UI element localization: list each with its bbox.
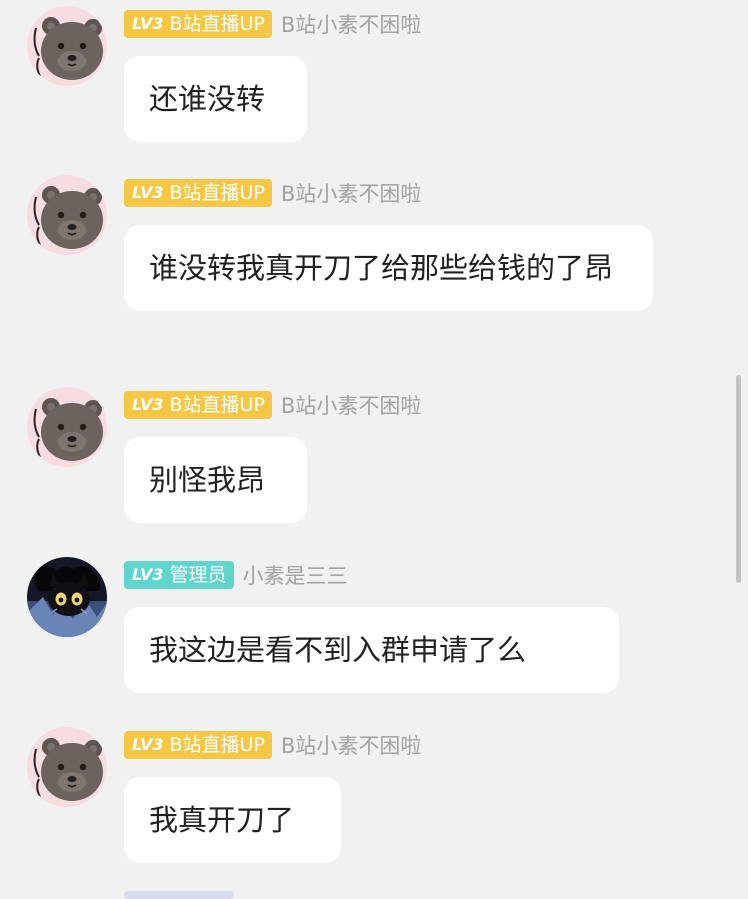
badge-label: B站直播UP bbox=[169, 394, 265, 416]
badge-label: B站直播UP bbox=[169, 182, 265, 204]
username[interactable]: B站小素不困啦 bbox=[281, 178, 421, 208]
level-label: LV3 bbox=[132, 395, 164, 414]
level-label: LV3 bbox=[132, 735, 164, 754]
up-badge: LV3 B站直播UP bbox=[124, 179, 272, 207]
message-bubble[interactable]: 我真开刀了 bbox=[124, 777, 341, 863]
message-bubble[interactable]: 还谁没转 bbox=[124, 56, 307, 142]
message-meta: LV3 B站直播UP B站小素不困啦 bbox=[124, 730, 421, 760]
message-bubble[interactable]: 我这边是看不到入群申请了么 bbox=[124, 607, 619, 693]
level-label: LV3 bbox=[132, 565, 164, 584]
level-label: LV3 bbox=[132, 183, 164, 202]
username[interactable]: B站小素不困啦 bbox=[281, 730, 421, 760]
message-bubble[interactable]: 别怪我昂 bbox=[124, 437, 307, 523]
cat-avatar-icon[interactable] bbox=[27, 557, 107, 637]
message-bubble[interactable]: 谁没转我真开刀了给那些给钱的了昂 bbox=[124, 225, 653, 311]
up-badge: LV3 B站直播UP bbox=[124, 731, 272, 759]
chat-message-list: LV3 B站直播UP B站小素不困啦 还谁没转 LV3 B站直播UP B站小素不… bbox=[0, 0, 748, 899]
admin-badge: LV3 管理员 bbox=[124, 561, 234, 589]
username[interactable]: 小素是三三 bbox=[243, 560, 348, 590]
message-meta: LV3 管理员 小素是三三 bbox=[124, 560, 348, 590]
bear-avatar-icon[interactable] bbox=[27, 6, 107, 86]
scrollbar[interactable] bbox=[736, 375, 741, 583]
level-label: LV3 bbox=[132, 14, 164, 33]
badge-label: B站直播UP bbox=[169, 13, 265, 35]
bear-avatar-icon[interactable] bbox=[27, 387, 107, 467]
username[interactable]: B站小素不困啦 bbox=[281, 390, 421, 420]
username[interactable]: B站小素不困啦 bbox=[281, 9, 421, 39]
badge-label: 管理员 bbox=[169, 564, 227, 586]
bear-avatar-icon[interactable] bbox=[27, 727, 107, 807]
message-meta: LV3 B站直播UP B站小素不困啦 bbox=[124, 178, 421, 208]
up-badge: LV3 B站直播UP bbox=[124, 391, 272, 419]
next-message-badge-partial bbox=[124, 891, 234, 899]
badge-label: B站直播UP bbox=[169, 734, 265, 756]
up-badge: LV3 B站直播UP bbox=[124, 10, 272, 38]
bear-avatar-icon[interactable] bbox=[27, 175, 107, 255]
message-meta: LV3 B站直播UP B站小素不困啦 bbox=[124, 390, 421, 420]
message-meta: LV3 B站直播UP B站小素不困啦 bbox=[124, 9, 421, 39]
